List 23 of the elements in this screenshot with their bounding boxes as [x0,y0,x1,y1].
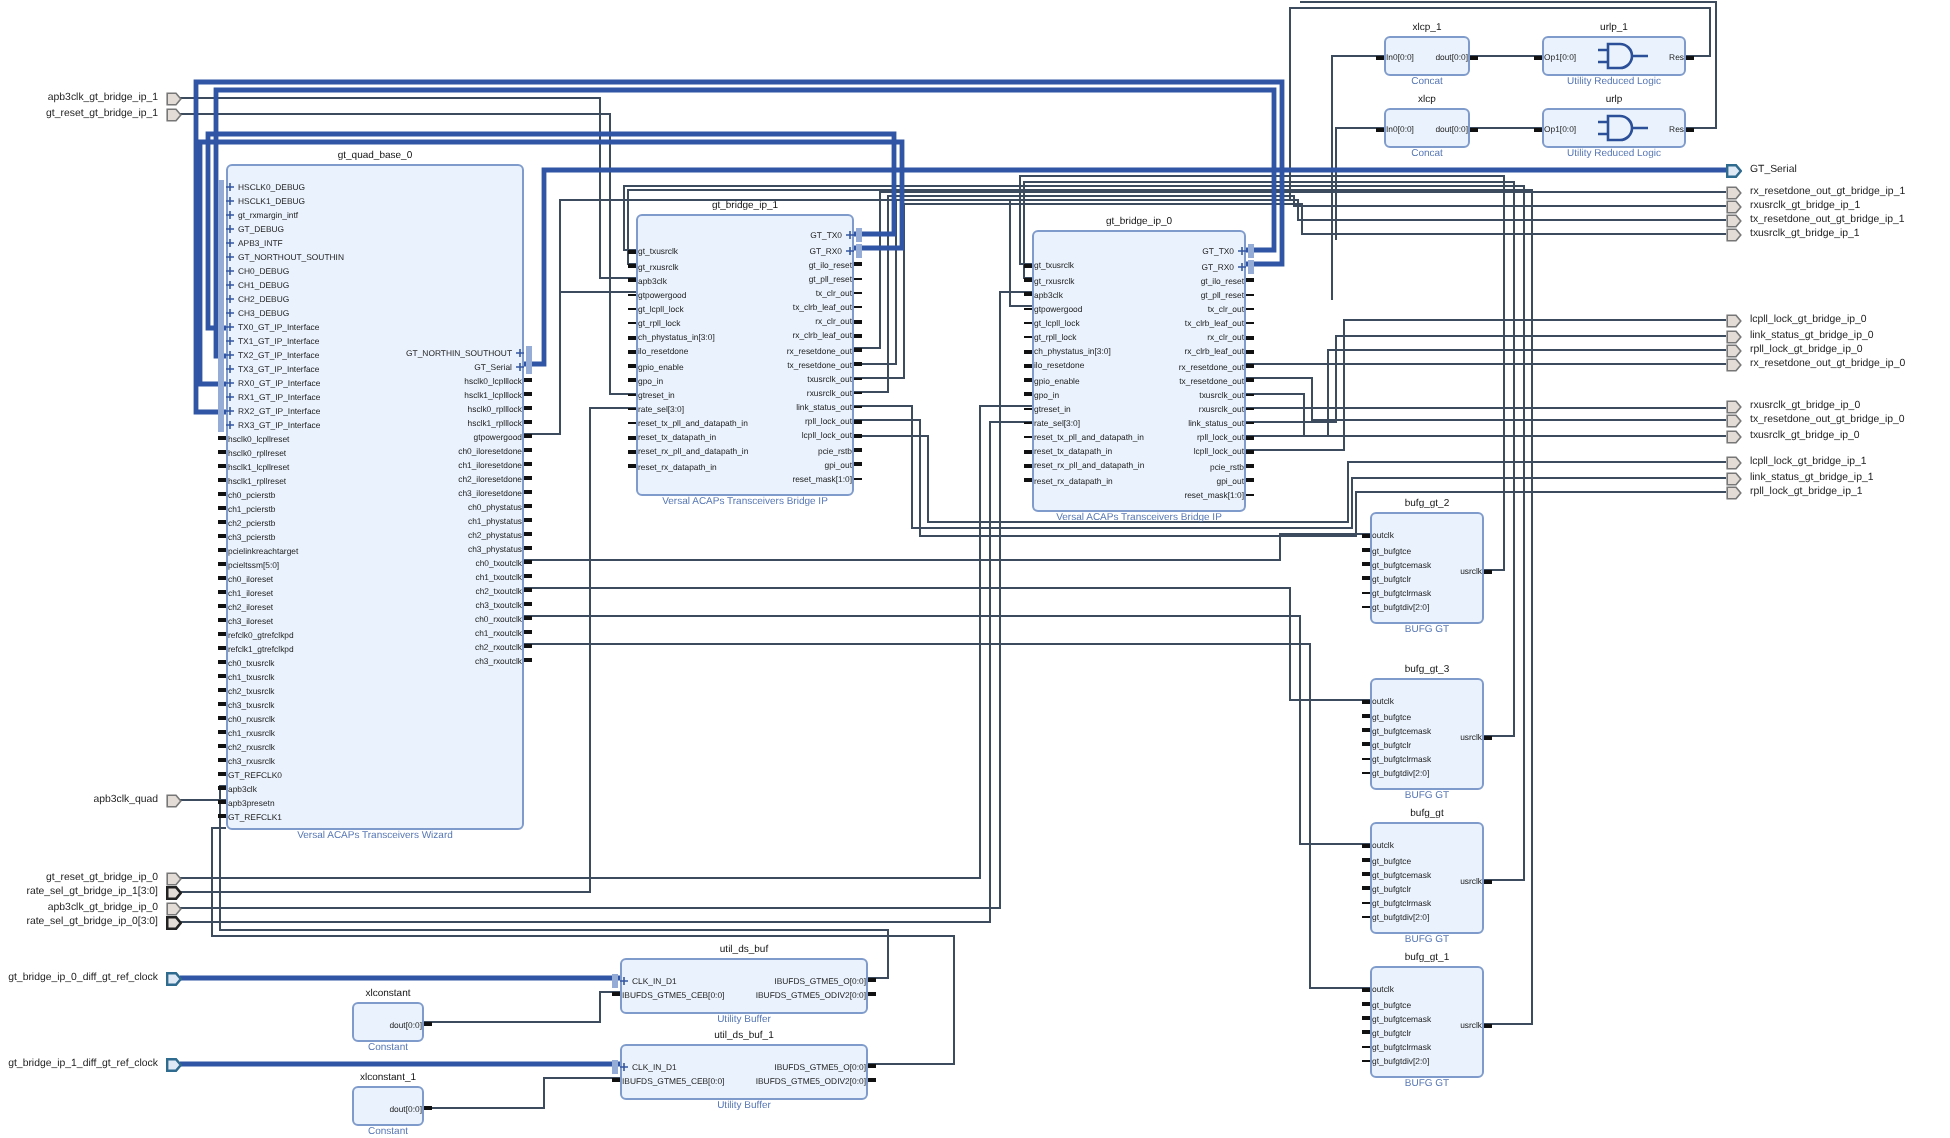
pin-icon [1362,742,1370,747]
interface-pin-icon [612,973,630,987]
pin-icon [628,278,636,283]
pin-icon [1362,1030,1370,1035]
pin-icon [1024,392,1032,397]
pin-icon [1024,449,1032,454]
pin-icon [1246,278,1254,283]
pin-icon [854,262,862,267]
pin-icon [854,362,862,367]
port-icon [166,793,182,807]
pin-icon [1246,378,1254,383]
and-gate-icon [1594,42,1651,70]
pin-icon [1024,292,1032,297]
pin-icon [628,435,636,440]
pin-icon [1246,435,1254,440]
port-icon [166,971,182,985]
port-icon [166,1057,182,1071]
pin-icon [1362,886,1370,891]
and-gate-icon [1594,114,1651,142]
pin-icon [628,378,636,383]
interface-pin-icon [612,1059,630,1073]
pin-icon [854,419,862,424]
pin-icon [1362,576,1370,581]
